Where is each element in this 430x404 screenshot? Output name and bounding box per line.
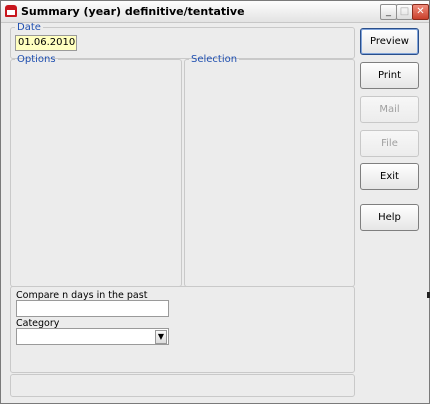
selection-legend: Selection [191,54,238,65]
maximize-button[interactable]: □ [396,4,413,20]
window-title: Summary (year) definitive/tentative [21,5,245,18]
title-bar[interactable]: Summary (year) definitive/tentative _ □ … [1,1,429,23]
chevron-down-icon[interactable]: ▼ [155,330,167,344]
compare-days-input[interactable] [16,300,169,317]
date-field[interactable]: 01.06.2010 (Tu [15,35,77,51]
app-icon [5,5,17,17]
help-button[interactable]: Help [360,204,419,231]
mail-button[interactable]: Mail [360,96,419,123]
date-legend: Date [17,22,41,33]
selection-group: Selection [184,54,355,287]
filter-panel: Compare n days in the past Category ▼ [10,286,355,373]
minimize-button[interactable]: _ [380,4,397,20]
print-button[interactable]: Print [360,62,419,89]
close-button[interactable]: ✕ [412,4,429,20]
category-select[interactable]: ▼ [16,328,169,345]
preview-button[interactable]: Preview [360,28,419,55]
dialog-window: Summary (year) definitive/tentative _ □ … [0,0,430,404]
file-button[interactable]: File [360,130,419,157]
exit-button[interactable]: Exit [360,163,419,190]
status-bar [10,374,355,397]
options-group: Options [10,54,182,287]
options-legend: Options [17,54,56,65]
